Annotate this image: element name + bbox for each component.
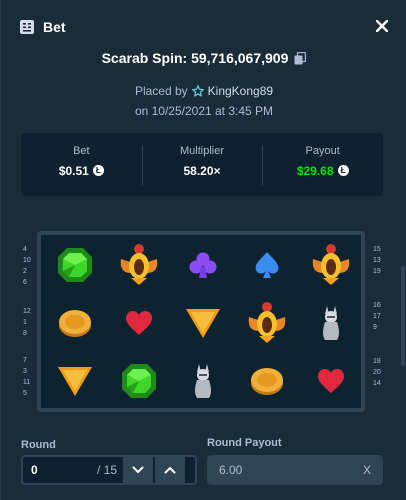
reel-symbol-green-gem <box>107 352 171 409</box>
modal-title: Bet <box>43 19 66 35</box>
reel-symbol-grey-cat <box>299 294 363 351</box>
payline-number: 18 <box>373 358 381 365</box>
placed-by-prefix: Placed by <box>134 84 188 98</box>
payline-number: 6 <box>23 279 27 286</box>
reel-symbol-red-heart <box>107 294 171 351</box>
username-link[interactable]: KingKong89 <box>208 84 273 98</box>
payout-value: $29.68 <box>296 163 334 178</box>
payline-number: 5 <box>23 390 27 397</box>
bet-value: $0.51 <box>58 163 89 178</box>
round-payout-value: 6.00 <box>219 463 243 477</box>
reel-symbol-scarab <box>299 236 363 293</box>
scrollbar-thumb[interactable] <box>401 266 405 366</box>
bet-date: on 10/25/2021 at 3:45 PM <box>134 104 274 118</box>
round-stepper[interactable]: 0 / 15 <box>21 455 197 485</box>
payline-number: 2 <box>23 268 27 275</box>
round-payout-field: 6.00 X <box>207 455 383 485</box>
bet-value-row: $0.51 Ł <box>21 164 142 178</box>
round-up-button[interactable] <box>155 457 185 483</box>
reel-symbol-orange-triangle <box>171 294 235 351</box>
multiplier-stat: Multiplier 58.20× <box>141 144 263 185</box>
copy-icon[interactable] <box>294 51 307 65</box>
reel-symbol-purple-club <box>171 236 235 293</box>
payline-number: 4 <box>23 246 27 253</box>
close-icon[interactable] <box>373 17 391 35</box>
receipt-icon <box>20 20 34 34</box>
bet-modal: Bet Scarab Spin: 59,716,067,909 Placed b… <box>0 0 406 500</box>
spin-id: Scarab Spin: 59,716,067,909 <box>1 50 406 66</box>
round-down-button[interactable] <box>123 457 153 483</box>
reel-symbol-blue-spade <box>235 236 299 293</box>
payline-number: 12 <box>23 308 31 315</box>
modal-header: Bet <box>1 0 406 54</box>
scrollbar[interactable] <box>400 54 406 500</box>
reel-cells <box>41 235 361 408</box>
chevron-down-icon <box>132 466 144 473</box>
payout-stat: Payout $29.68 Ł <box>262 144 383 185</box>
chevron-up-icon <box>164 467 176 474</box>
payline-number: 20 <box>373 369 381 376</box>
bet-stats: Bet $0.51 Ł Multiplier 58.20× Payout $29… <box>21 133 383 196</box>
vip-star-icon <box>191 85 204 97</box>
reel-symbol-grey-cat <box>171 352 235 409</box>
reel-symbol-green-gem <box>43 236 107 293</box>
reel-symbol-orange-triangle <box>43 352 107 409</box>
round-label: Round <box>21 439 56 451</box>
payline-number: 15 <box>373 246 381 253</box>
litecoin-icon: Ł <box>92 165 104 176</box>
payline-number: 10 <box>23 257 31 264</box>
payline-number: 8 <box>23 330 27 337</box>
payline-number: 9 <box>373 324 377 331</box>
payline-number: 1 <box>23 319 27 326</box>
reel-symbol-red-heart <box>299 352 363 409</box>
round-payout-label: Round Payout <box>207 437 282 449</box>
payline-number: 3 <box>23 368 27 375</box>
multiplier-label: Multiplier <box>180 144 225 157</box>
placed-by: Placed by KingKong89 <box>1 84 406 98</box>
bet-label: Bet <box>73 144 90 157</box>
multiplier-value: 58.20× <box>183 163 221 178</box>
bet-stat: Bet $0.51 Ł <box>21 145 142 185</box>
reel-symbol-gold-coin <box>235 352 299 409</box>
reel-symbol-scarab <box>107 236 171 293</box>
reel-symbol-scarab <box>235 294 299 351</box>
payline-number: 7 <box>23 357 27 364</box>
spin-id-text: Scarab Spin: 59,716,067,909 <box>101 50 289 66</box>
payline-number: 17 <box>373 313 381 320</box>
payline-number: 14 <box>373 380 381 387</box>
round-total: / 15 <box>97 463 118 477</box>
multiplier-suffix: X <box>362 463 371 477</box>
payout-label: Payout <box>305 144 340 157</box>
multiplier-value-row: 58.20× <box>142 164 263 178</box>
payline-number: 11 <box>23 379 31 386</box>
reel-grid <box>37 231 365 412</box>
payline-number: 19 <box>373 268 381 275</box>
reel-symbol-gold-coin <box>43 294 107 351</box>
litecoin-icon: Ł <box>337 165 349 176</box>
round-input[interactable]: 0 <box>23 463 93 477</box>
payline-number: 13 <box>373 257 381 264</box>
payline-number: 16 <box>373 302 381 309</box>
payout-value-row: $29.68 Ł <box>262 164 383 178</box>
